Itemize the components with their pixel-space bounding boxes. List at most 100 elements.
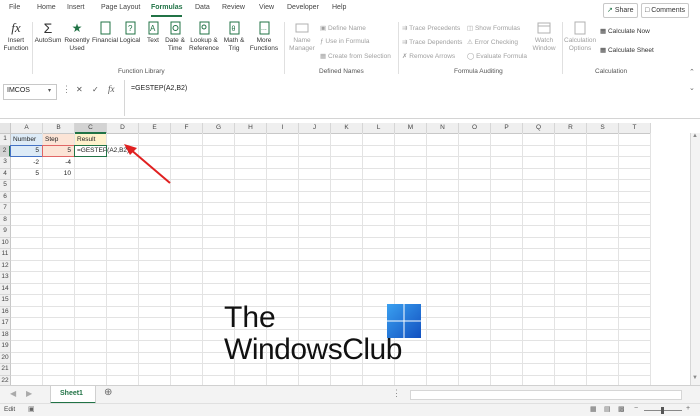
create-from-selection-button[interactable]: ▦ Create from Selection (320, 52, 391, 60)
cell-c1[interactable]: Result (77, 136, 95, 143)
column-header[interactable]: K (331, 123, 363, 134)
row-header[interactable]: 4 (0, 168, 11, 180)
tab-view[interactable]: View (259, 4, 274, 11)
row-header[interactable]: 21 (0, 364, 11, 376)
zoom-out-icon[interactable]: − (634, 405, 638, 412)
comments-button[interactable]: □ Comments (641, 3, 690, 18)
tab-formulas[interactable]: Formulas (151, 4, 183, 11)
tab-home[interactable]: Home (37, 4, 56, 11)
financial-button[interactable]: Financial (92, 20, 118, 45)
expand-formula-bar-icon[interactable]: ⌄ (689, 84, 695, 92)
vertical-scrollbar[interactable]: ▲ ▼ (690, 133, 700, 385)
row-header[interactable]: 9 (0, 226, 11, 238)
page-layout-view-icon[interactable]: ▤ (604, 405, 611, 413)
insert-function-button[interactable]: fx Insert Function (3, 20, 29, 53)
column-header[interactable]: J (299, 123, 331, 134)
cell-b3[interactable]: -4 (43, 159, 71, 166)
scroll-up-icon[interactable]: ▲ (692, 133, 698, 139)
row-header[interactable]: 6 (0, 191, 11, 203)
scroll-left-icon[interactable]: ◀ (10, 389, 16, 398)
sheet-tab-sheet1[interactable]: Sheet1 (50, 386, 96, 404)
column-header[interactable]: N (427, 123, 459, 134)
tab-review[interactable]: Review (222, 4, 245, 11)
column-header[interactable]: G (203, 123, 235, 134)
collapse-ribbon-icon[interactable]: ⌃ (689, 68, 695, 76)
tab-data[interactable]: Data (195, 4, 210, 11)
accessibility-icon[interactable]: ▣ (28, 405, 35, 413)
row-header[interactable]: 3 (0, 157, 11, 169)
use-in-formula-button[interactable]: ƒ Use in Formula (320, 38, 370, 45)
cell-a4[interactable]: 5 (11, 170, 39, 177)
more-functions-button[interactable]: ... More Functions (248, 20, 280, 53)
calculation-options-button[interactable]: Calculation Options (564, 20, 596, 53)
scroll-right-icon[interactable]: ▶ (26, 389, 32, 398)
row-header[interactable]: 8 (0, 214, 11, 226)
normal-view-icon[interactable]: ▦ (590, 405, 597, 413)
column-header[interactable]: D (107, 123, 139, 134)
row-header[interactable]: 13 (0, 272, 11, 284)
column-header[interactable]: E (139, 123, 171, 134)
add-sheet-icon[interactable]: ⊕ (104, 387, 112, 398)
recently-used-button[interactable]: ★ Recently Used (63, 20, 91, 53)
select-all-corner[interactable] (0, 123, 11, 134)
watch-window-button[interactable]: Watch Window (530, 20, 558, 53)
tab-insert[interactable]: Insert (67, 4, 85, 11)
formula-input[interactable]: =GESTEP(A2,B2) (124, 80, 685, 116)
cancel-icon[interactable]: ✕ (76, 85, 83, 94)
row-header[interactable]: 5 (0, 180, 11, 192)
trace-precedents-button[interactable]: ⇉ Trace Precedents (402, 24, 460, 32)
logical-button[interactable]: ? Logical (118, 20, 142, 45)
zoom-slider-thumb[interactable] (661, 407, 664, 414)
name-box[interactable]: IMCOS ▾ (3, 84, 57, 100)
math-trig-button[interactable]: θ Math & Trig (222, 20, 246, 53)
trace-dependents-button[interactable]: ⇉ Trace Dependents (402, 38, 462, 46)
column-header[interactable]: R (555, 123, 587, 134)
date-time-button[interactable]: Date & Time (163, 20, 187, 53)
column-header[interactable]: T (619, 123, 651, 134)
error-checking-button[interactable]: ⚠ Error Checking (467, 38, 518, 46)
zoom-in-icon[interactable]: + (686, 405, 690, 412)
share-button[interactable]: ↗ Share (603, 3, 638, 18)
row-header[interactable]: 15 (0, 295, 11, 307)
row-header[interactable]: 11 (0, 249, 11, 261)
text-button[interactable]: A Text (143, 20, 163, 45)
column-header[interactable]: P (491, 123, 523, 134)
horizontal-scrollbar[interactable] (410, 390, 682, 400)
column-header[interactable]: I (267, 123, 299, 134)
enter-check-icon[interactable]: ✓ (92, 85, 99, 94)
autosum-button[interactable]: Σ AutoSum (34, 20, 62, 45)
row-header[interactable]: 20 (0, 352, 11, 364)
cell-b1[interactable]: Step (45, 136, 58, 143)
scroll-down-icon[interactable]: ▼ (692, 375, 698, 381)
cell-a3[interactable]: -2 (11, 159, 39, 166)
calculate-sheet-button[interactable]: ▦ Calculate Sheet (600, 46, 654, 54)
row-header[interactable]: 10 (0, 237, 11, 249)
lookup-reference-button[interactable]: Lookup & Reference (188, 20, 220, 53)
column-header[interactable]: O (459, 123, 491, 134)
row-header[interactable]: 18 (0, 329, 11, 341)
cell-b2[interactable]: 5 (43, 147, 71, 154)
column-header[interactable]: Q (523, 123, 555, 134)
column-header[interactable]: S (587, 123, 619, 134)
tab-help[interactable]: Help (332, 4, 346, 11)
chevron-down-icon[interactable]: ▾ (48, 87, 51, 94)
cell-a2[interactable]: 5 (11, 147, 39, 154)
column-header[interactable]: C (75, 123, 107, 134)
tab-developer[interactable]: Developer (287, 4, 319, 11)
row-header[interactable]: 7 (0, 203, 11, 215)
column-header[interactable]: F (171, 123, 203, 134)
cell-a1[interactable]: Number (13, 136, 36, 143)
row-header[interactable]: 14 (0, 283, 11, 295)
column-header[interactable]: B (43, 123, 75, 134)
define-name-button[interactable]: ▣ Define Name (320, 24, 366, 32)
calculate-now-button[interactable]: ▦ Calculate Now (600, 27, 650, 35)
column-header[interactable]: M (395, 123, 427, 134)
evaluate-formula-button[interactable]: ◯ Evaluate Formula (467, 52, 527, 60)
column-header[interactable]: L (363, 123, 395, 134)
column-header[interactable]: H (235, 123, 267, 134)
row-header[interactable]: 17 (0, 318, 11, 330)
tab-page-layout[interactable]: Page Layout (101, 4, 140, 11)
remove-arrows-button[interactable]: ✗ Remove Arrows (402, 52, 455, 60)
row-header[interactable]: 12 (0, 260, 11, 272)
page-break-view-icon[interactable]: ▩ (618, 405, 625, 413)
